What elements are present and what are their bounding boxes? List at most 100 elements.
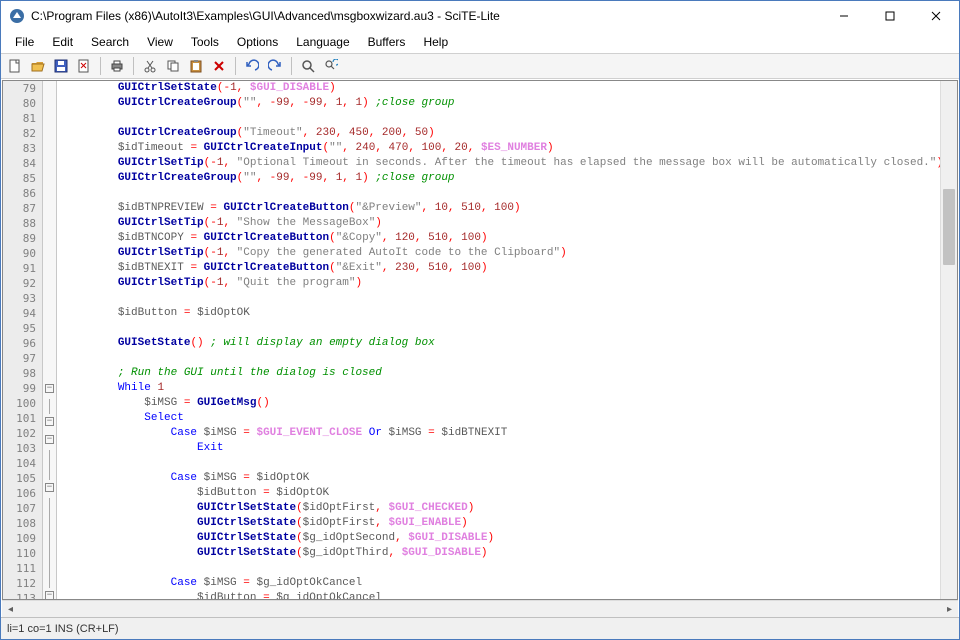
maximize-button[interactable] bbox=[867, 1, 913, 31]
fold-cell[interactable] bbox=[43, 336, 56, 351]
code-line[interactable]: GUICtrlCreateGroup("", -99, -99, 1, 1) ;… bbox=[65, 171, 940, 186]
fold-toggle-icon[interactable]: − bbox=[45, 591, 54, 600]
code-line[interactable] bbox=[65, 561, 940, 576]
fold-cell[interactable]: − bbox=[43, 591, 56, 600]
fold-cell[interactable] bbox=[43, 276, 56, 291]
code-line[interactable]: GUICtrlSetState($g_idOptSecond, $GUI_DIS… bbox=[65, 531, 940, 546]
undo-icon[interactable] bbox=[242, 56, 262, 76]
code-line[interactable] bbox=[65, 186, 940, 201]
fold-cell[interactable] bbox=[43, 126, 56, 141]
code-line[interactable]: Case $iMSG = $GUI_EVENT_CLOSE Or $iMSG =… bbox=[65, 426, 940, 441]
fold-cell[interactable] bbox=[43, 246, 56, 261]
menu-options[interactable]: Options bbox=[229, 33, 286, 51]
code-line[interactable]: $idButton = $idOptOK bbox=[65, 486, 940, 501]
code-line[interactable]: GUICtrlSetState($idOptFirst, $GUI_CHECKE… bbox=[65, 501, 940, 516]
code-line[interactable]: GUICtrlCreateGroup("Timeout", 230, 450, … bbox=[65, 126, 940, 141]
fold-cell[interactable] bbox=[43, 156, 56, 171]
fold-cell[interactable] bbox=[43, 366, 56, 381]
menu-view[interactable]: View bbox=[139, 33, 181, 51]
code-line[interactable] bbox=[65, 111, 940, 126]
fold-cell[interactable] bbox=[43, 573, 56, 588]
code-line[interactable]: $iMSG = GUIGetMsg() bbox=[65, 396, 940, 411]
fold-cell[interactable] bbox=[43, 96, 56, 111]
fold-margin[interactable]: − − − − − bbox=[43, 81, 57, 599]
code-line[interactable]: GUICtrlSetState(-1, $GUI_DISABLE) bbox=[65, 81, 940, 96]
fold-cell[interactable] bbox=[43, 216, 56, 231]
menu-buffers[interactable]: Buffers bbox=[360, 33, 414, 51]
menu-help[interactable]: Help bbox=[415, 33, 456, 51]
fold-cell[interactable] bbox=[43, 558, 56, 573]
code-line[interactable]: $idTimeout = GUICtrlCreateInput("", 240,… bbox=[65, 141, 940, 156]
fold-cell[interactable] bbox=[43, 513, 56, 528]
save-icon[interactable] bbox=[51, 56, 71, 76]
code-line[interactable]: GUISetState() ; will display an empty di… bbox=[65, 336, 940, 351]
code-line[interactable]: $idButton = $idOptOK bbox=[65, 306, 940, 321]
replace-icon[interactable] bbox=[321, 56, 341, 76]
copy-icon[interactable] bbox=[163, 56, 183, 76]
fold-cell[interactable]: − bbox=[43, 417, 56, 432]
code-line[interactable]: GUICtrlSetTip(-1, "Show the MessageBox") bbox=[65, 216, 940, 231]
close-file-icon[interactable] bbox=[74, 56, 94, 76]
fold-toggle-icon[interactable]: − bbox=[45, 417, 54, 426]
delete-icon[interactable] bbox=[209, 56, 229, 76]
menu-tools[interactable]: Tools bbox=[183, 33, 227, 51]
fold-cell[interactable]: − bbox=[43, 483, 56, 498]
horizontal-scrollbar[interactable]: ◂ ▸ bbox=[2, 600, 958, 617]
code-line[interactable]: $idButton = $g_idOptOkCancel bbox=[65, 591, 940, 599]
fold-cell[interactable] bbox=[43, 186, 56, 201]
fold-cell[interactable] bbox=[43, 321, 56, 336]
open-file-icon[interactable] bbox=[28, 56, 48, 76]
cut-icon[interactable] bbox=[140, 56, 160, 76]
code-line[interactable]: Exit bbox=[65, 441, 940, 456]
code-line[interactable]: $idBTNPREVIEW = GUICtrlCreateButton("&Pr… bbox=[65, 201, 940, 216]
code-line[interactable]: GUICtrlSetTip(-1, "Optional Timeout in s… bbox=[65, 156, 940, 171]
menu-file[interactable]: File bbox=[7, 33, 42, 51]
fold-cell[interactable] bbox=[43, 498, 56, 513]
fold-cell[interactable] bbox=[43, 81, 56, 96]
fold-cell[interactable]: − bbox=[43, 384, 56, 399]
menu-search[interactable]: Search bbox=[83, 33, 137, 51]
code-line[interactable]: While 1 bbox=[65, 381, 940, 396]
fold-cell[interactable]: − bbox=[43, 435, 56, 450]
scrollbar-thumb[interactable] bbox=[943, 189, 955, 265]
fold-cell[interactable] bbox=[43, 465, 56, 480]
menu-edit[interactable]: Edit bbox=[44, 33, 81, 51]
scroll-right-icon[interactable]: ▸ bbox=[941, 604, 958, 615]
fold-cell[interactable] bbox=[43, 291, 56, 306]
code-line[interactable]: ; Run the GUI until the dialog is closed bbox=[65, 366, 940, 381]
code-line[interactable] bbox=[65, 351, 940, 366]
fold-cell[interactable] bbox=[43, 201, 56, 216]
code-line[interactable]: $idBTNEXIT = GUICtrlCreateButton("&Exit"… bbox=[65, 261, 940, 276]
paste-icon[interactable] bbox=[186, 56, 206, 76]
code-line[interactable] bbox=[65, 456, 940, 471]
new-file-icon[interactable] bbox=[5, 56, 25, 76]
code-line[interactable] bbox=[65, 291, 940, 306]
fold-cell[interactable] bbox=[43, 111, 56, 126]
fold-cell[interactable] bbox=[43, 528, 56, 543]
fold-cell[interactable] bbox=[43, 306, 56, 321]
code-line[interactable]: $idBTNCOPY = GUICtrlCreateButton("&Copy"… bbox=[65, 231, 940, 246]
fold-cell[interactable] bbox=[43, 399, 56, 414]
fold-cell[interactable] bbox=[43, 351, 56, 366]
fold-cell[interactable] bbox=[43, 543, 56, 558]
minimize-button[interactable] bbox=[821, 1, 867, 31]
fold-cell[interactable] bbox=[43, 261, 56, 276]
code-line[interactable]: GUICtrlSetState($g_idOptThird, $GUI_DISA… bbox=[65, 546, 940, 561]
fold-toggle-icon[interactable]: − bbox=[45, 384, 54, 393]
code-line[interactable] bbox=[65, 321, 940, 336]
menu-language[interactable]: Language bbox=[288, 33, 357, 51]
code-line[interactable]: Case $iMSG = $g_idOptOkCancel bbox=[65, 576, 940, 591]
code-line[interactable]: GUICtrlCreateGroup("", -99, -99, 1, 1) ;… bbox=[65, 96, 940, 111]
print-icon[interactable] bbox=[107, 56, 127, 76]
code-line[interactable]: Case $iMSG = $idOptOK bbox=[65, 471, 940, 486]
scroll-left-icon[interactable]: ◂ bbox=[2, 604, 19, 615]
close-button[interactable] bbox=[913, 1, 959, 31]
vertical-scrollbar[interactable] bbox=[940, 81, 957, 599]
redo-icon[interactable] bbox=[265, 56, 285, 76]
code-line[interactable]: GUICtrlSetState($idOptFirst, $GUI_ENABLE… bbox=[65, 516, 940, 531]
code-line[interactable]: GUICtrlSetTip(-1, "Quit the program") bbox=[65, 276, 940, 291]
code-area[interactable]: GUICtrlSetState(-1, $GUI_DISABLE) GUICtr… bbox=[57, 81, 940, 599]
code-line[interactable]: Select bbox=[65, 411, 940, 426]
fold-cell[interactable] bbox=[43, 171, 56, 186]
fold-cell[interactable] bbox=[43, 231, 56, 246]
